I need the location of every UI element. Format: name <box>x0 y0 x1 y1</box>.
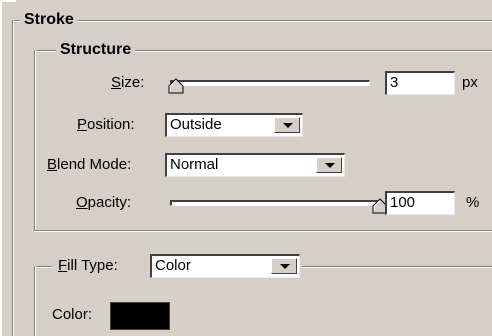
blend-mode-label: Blend Mode: <box>47 155 131 175</box>
stroke-group-border-left <box>12 20 14 336</box>
size-input[interactable]: 3 <box>385 71 455 95</box>
fill-type-dropdown-value: Color <box>155 257 191 274</box>
stroke-group-title: Stroke <box>20 11 78 29</box>
fill-type-label: Fill Type: <box>58 256 118 276</box>
size-label: Size: <box>111 73 144 93</box>
opacity-label-mnemonic: O <box>76 194 88 211</box>
size-label-rest: ize: <box>121 74 145 91</box>
chevron-down-icon[interactable] <box>274 117 300 133</box>
blend-mode-label-mnemonic: B <box>47 156 58 173</box>
stroke-group-border-top <box>12 20 492 22</box>
opacity-label: Opacity: <box>76 193 131 213</box>
size-label-mnemonic: S <box>111 74 122 91</box>
blend-mode-dropdown-value: Normal <box>170 156 219 173</box>
structure-group-border-bottom <box>34 230 492 232</box>
opacity-label-rest: pacity: <box>87 194 132 211</box>
size-slider-track[interactable] <box>170 80 370 86</box>
size-slider-thumb[interactable] <box>168 78 184 94</box>
fill-type-label-mnemonic: F <box>58 257 68 274</box>
chevron-down-icon[interactable] <box>271 258 297 274</box>
size-unit: px <box>462 74 478 91</box>
position-label-mnemonic: P <box>77 116 88 133</box>
opacity-unit: % <box>466 194 480 211</box>
color-swatch[interactable] <box>110 302 170 330</box>
structure-group-border-left <box>34 50 36 230</box>
panel-edge-left <box>0 0 2 336</box>
opacity-input[interactable]: 100 <box>385 191 455 215</box>
opacity-slider-track[interactable] <box>170 200 380 206</box>
structure-group-title: Structure <box>56 41 136 59</box>
blend-mode-dropdown[interactable]: Normal <box>165 153 345 177</box>
position-label-rest: osition: <box>87 116 135 133</box>
fill-group-border-left <box>34 266 36 336</box>
panel-edge-top <box>0 0 16 2</box>
position-dropdown-value: Outside <box>170 116 222 133</box>
blend-mode-label-rest: lend Mode: <box>57 156 132 173</box>
color-label: Color: <box>52 306 93 323</box>
stroke-panel: Stroke Structure Size: 3 px Position: Ou… <box>0 0 492 336</box>
chevron-down-icon[interactable] <box>316 157 342 173</box>
fill-type-label-rest: ill Type: <box>67 257 118 274</box>
fill-type-dropdown[interactable]: Color <box>150 254 300 278</box>
position-label: Position: <box>77 115 135 135</box>
position-dropdown[interactable]: Outside <box>165 113 303 137</box>
